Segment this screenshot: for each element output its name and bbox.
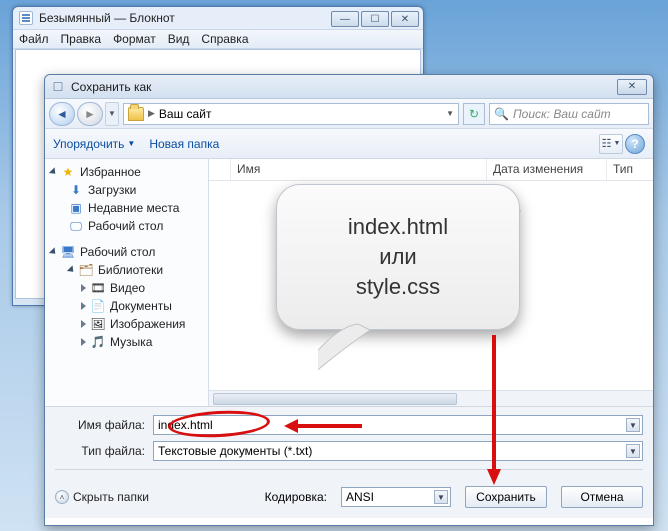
pictures-icon: 🖼 — [91, 317, 105, 331]
column-name[interactable]: Имя — [231, 159, 487, 180]
breadcrumb-bar[interactable]: ▶ Ваш сайт ▼ — [123, 103, 459, 125]
filetype-value: Текстовые документы (*.txt) — [158, 444, 312, 458]
chevron-right-icon: ▶ — [148, 108, 155, 119]
filetype-label: Тип файла: — [55, 444, 145, 458]
filename-input[interactable]: index.html ▼ — [153, 415, 643, 435]
filetype-select[interactable]: Текстовые документы (*.txt) ▼ — [153, 441, 643, 461]
video-icon: 🎞 — [91, 281, 105, 295]
menu-format[interactable]: Формат — [113, 32, 156, 46]
tutorial-bubble: index.html или style.css — [276, 184, 520, 330]
search-icon: 🔍 — [494, 107, 509, 121]
star-icon: ★ — [61, 165, 75, 179]
expand-icon — [81, 320, 86, 328]
dialog-bottom-bar: ˄ Скрыть папки Кодировка: ANSI ▼ Сохрани… — [45, 478, 653, 518]
search-input[interactable]: 🔍 Поиск: Ваш сайт — [489, 103, 649, 125]
expand-icon — [81, 302, 86, 310]
filename-label: Имя файла: — [55, 418, 145, 432]
encoding-label: Кодировка: — [265, 490, 327, 504]
column-headers: Имя Дата изменения Тип — [209, 159, 653, 181]
maximize-button[interactable]: ☐ — [361, 11, 389, 27]
save-button[interactable]: Сохранить — [465, 486, 547, 508]
tutorial-line2: или — [379, 242, 416, 272]
documents-icon: 📄 — [91, 299, 105, 313]
chevron-down-icon[interactable]: ▼ — [446, 109, 454, 118]
expand-icon — [81, 284, 86, 292]
expand-icon — [81, 338, 86, 346]
expand-icon — [67, 265, 76, 274]
new-folder-button[interactable]: Новая папка — [149, 137, 219, 151]
refresh-button[interactable]: ↻ — [463, 103, 485, 125]
menu-file[interactable]: Файл — [19, 32, 49, 46]
encoding-select[interactable]: ANSI ▼ — [341, 487, 451, 507]
downloads-icon: ⬇ — [69, 183, 83, 197]
sidebar-favorites[interactable]: ★ Избранное — [47, 163, 206, 181]
sidebar-desktop-fav[interactable]: 🖵 Рабочий стол — [47, 217, 206, 235]
hide-folders-link[interactable]: ˄ Скрыть папки — [55, 490, 149, 504]
help-button[interactable]: ? — [625, 134, 645, 154]
chevron-down-icon[interactable]: ▼ — [626, 444, 640, 458]
sidebar-documents[interactable]: 📄 Документы — [47, 297, 206, 315]
column-type[interactable]: Тип — [607, 159, 653, 180]
minimize-button[interactable]: — — [331, 11, 359, 27]
notepad-menubar: Файл Правка Формат Вид Справка — [13, 29, 423, 49]
chevron-down-icon[interactable]: ▼ — [434, 490, 448, 504]
column-date[interactable]: Дата изменения — [487, 159, 607, 180]
nav-history-dropdown[interactable]: ▼ — [105, 102, 119, 126]
sidebar: ★ Избранное ⬇ Загрузки ▣ Недавние места … — [45, 159, 209, 406]
breadcrumb-location[interactable]: Ваш сайт — [159, 107, 212, 121]
sidebar-downloads[interactable]: ⬇ Загрузки — [47, 181, 206, 199]
chevron-up-icon: ˄ — [55, 490, 69, 504]
search-placeholder: Поиск: Ваш сайт — [513, 107, 611, 121]
sidebar-video[interactable]: 🎞 Видео — [47, 279, 206, 297]
encoding-value: ANSI — [346, 490, 374, 504]
sidebar-recent[interactable]: ▣ Недавние места — [47, 199, 206, 217]
nav-bar: ◄ ► ▼ ▶ Ваш сайт ▼ ↻ 🔍 Поиск: Ваш сайт — [45, 99, 653, 129]
recent-places-icon: ▣ — [69, 201, 83, 215]
notepad-titlebar[interactable]: Безымянный — Блокнот — ☐ ✕ — [13, 7, 423, 29]
notepad-title: Безымянный — Блокнот — [39, 11, 175, 25]
filename-value: index.html — [158, 418, 213, 432]
sidebar-desktop-root[interactable]: 🖥 Рабочий стол — [47, 243, 206, 261]
horizontal-scrollbar[interactable] — [209, 390, 653, 406]
expand-icon — [49, 247, 58, 256]
music-icon: 🎵 — [91, 335, 105, 349]
desktop-icon: 🖵 — [69, 219, 83, 233]
close-button[interactable]: ✕ — [391, 11, 419, 27]
dialog-toolbar: Упорядочить ▼ Новая папка ☷ ▼ ? — [45, 129, 653, 159]
column-handle[interactable] — [209, 159, 231, 180]
menu-view[interactable]: Вид — [168, 32, 190, 46]
folder-icon — [128, 107, 144, 121]
chevron-down-icon[interactable]: ▼ — [626, 418, 640, 432]
dialog-titlebar[interactable]: ☐ Сохранить как ✕ — [45, 75, 653, 99]
sidebar-pictures[interactable]: 🖼 Изображения — [47, 315, 206, 333]
nav-forward-button[interactable]: ► — [77, 102, 103, 126]
libraries-icon: 🗂 — [79, 263, 93, 277]
menu-edit[interactable]: Правка — [61, 32, 102, 46]
dialog-close-button[interactable]: ✕ — [617, 79, 647, 95]
cancel-button[interactable]: Отмена — [561, 486, 643, 508]
menu-help[interactable]: Справка — [201, 32, 248, 46]
save-icon: ☐ — [51, 80, 65, 94]
sidebar-music[interactable]: 🎵 Музыка — [47, 333, 206, 351]
view-mode-button[interactable]: ☷ ▼ — [599, 134, 623, 154]
tutorial-line3: style.css — [356, 272, 440, 302]
notepad-icon — [19, 11, 33, 25]
dialog-title: Сохранить как — [71, 80, 151, 94]
nav-back-button[interactable]: ◄ — [49, 102, 75, 126]
tutorial-line1: index.html — [348, 212, 448, 242]
monitor-icon: 🖥 — [61, 245, 75, 259]
organize-button[interactable]: Упорядочить ▼ — [53, 137, 135, 151]
chevron-down-icon: ▼ — [127, 139, 135, 148]
expand-icon — [49, 167, 58, 176]
sidebar-libraries[interactable]: 🗂 Библиотеки — [47, 261, 206, 279]
